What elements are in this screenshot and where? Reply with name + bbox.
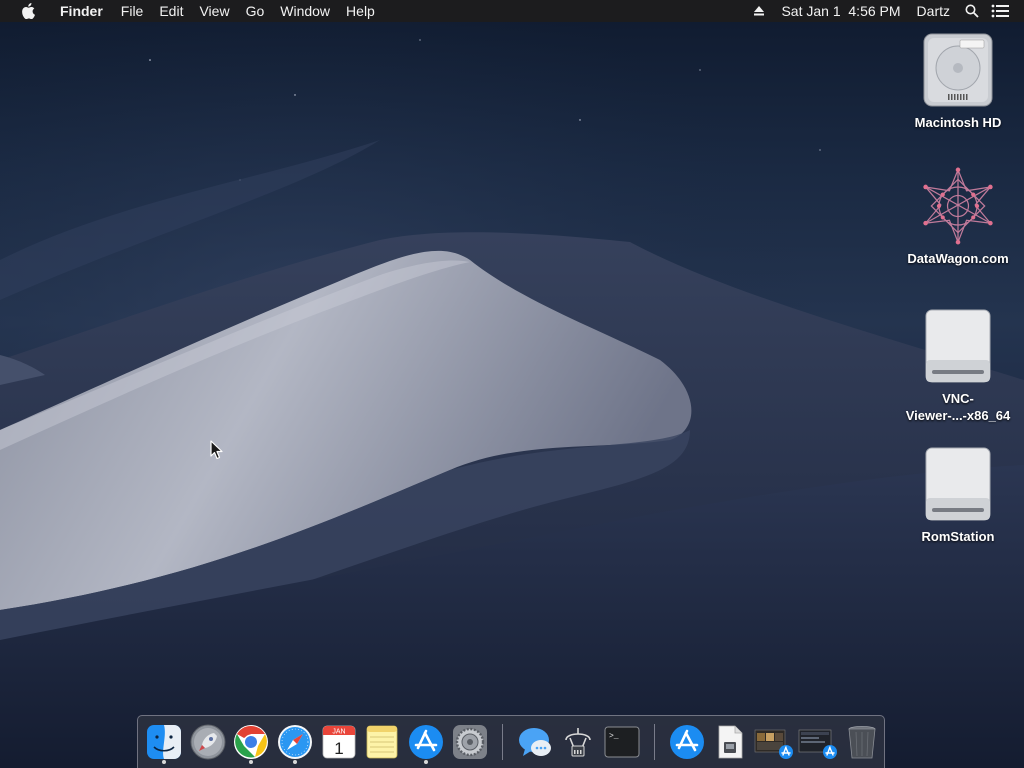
- spotlight-search-icon[interactable]: [958, 0, 986, 22]
- menu-file[interactable]: File: [113, 0, 152, 22]
- running-indicator: [162, 760, 166, 764]
- desktop-icon-label-line2: Viewer-...-x86_64: [905, 408, 1011, 423]
- dock-trash[interactable]: [842, 720, 882, 764]
- dock-system-preferences[interactable]: [450, 720, 490, 764]
- desktop-icon-macintosh-hd[interactable]: Macintosh HD: [898, 30, 1018, 131]
- menu-go[interactable]: Go: [238, 0, 273, 22]
- dock-notes[interactable]: [363, 720, 403, 764]
- menu-extras: Sat Jan 1 4:56 PM Dartz: [745, 0, 1024, 22]
- disk-image-icon: [918, 306, 998, 386]
- calendar-month: JAN: [332, 729, 345, 736]
- chrome-icon: [234, 725, 269, 759]
- running-indicator: [424, 760, 429, 764]
- dock-calendar[interactable]: JAN 1: [319, 720, 359, 764]
- desktop-icon-romstation[interactable]: RomStation: [898, 444, 1018, 545]
- dock-separator: [653, 724, 655, 760]
- menu-edit[interactable]: Edit: [151, 0, 191, 22]
- desktop-icon-label-line1: VNC-: [942, 391, 974, 406]
- mouse-cursor-icon: [210, 440, 223, 460]
- desktop-icon-datawagon[interactable]: DataWagon.com: [898, 166, 1018, 267]
- dock-screenshot-stack-1[interactable]: [754, 720, 794, 764]
- dock-app-store-folder[interactable]: [667, 720, 707, 764]
- dock-document[interactable]: [711, 720, 751, 764]
- menu-help[interactable]: Help: [338, 0, 383, 22]
- dock-safari[interactable]: [275, 720, 315, 764]
- calendar-icon: JAN 1: [322, 725, 356, 759]
- notification-center-icon[interactable]: [986, 0, 1014, 22]
- eject-icon[interactable]: [745, 0, 773, 22]
- dock-network-radar[interactable]: [558, 720, 598, 764]
- calendar-day: 1: [334, 739, 343, 758]
- dock-terminal[interactable]: >_: [602, 720, 642, 764]
- dock-separator: [501, 724, 503, 760]
- trash-icon: [848, 726, 876, 759]
- app-store-icon: [669, 725, 704, 759]
- dock: JAN 1 >_: [137, 715, 885, 768]
- dock-messages[interactable]: [515, 720, 555, 764]
- dock-launchpad[interactable]: [188, 720, 228, 764]
- running-indicator: [249, 760, 254, 764]
- menu-app-finder[interactable]: Finder: [52, 0, 113, 22]
- messages-icon: [518, 728, 551, 756]
- gear-icon: [452, 725, 487, 759]
- dock-finder[interactable]: [144, 720, 184, 764]
- network-radar-icon: [565, 728, 592, 757]
- screenshot-stack-icon: [755, 729, 794, 759]
- launchpad-rocket-icon: [190, 724, 226, 760]
- terminal-icon: >_: [604, 726, 640, 758]
- document-icon: [719, 725, 743, 759]
- menu-view[interactable]: View: [191, 0, 237, 22]
- hard-drive-icon: [918, 30, 998, 110]
- network-star-icon: [918, 166, 998, 246]
- dock-google-chrome[interactable]: [231, 720, 271, 764]
- dock-screenshot-stack-2[interactable]: [798, 720, 838, 764]
- desktop-wallpaper: [0, 0, 1024, 768]
- desktop-icon-vnc-viewer[interactable]: VNC- Viewer-...-x86_64: [898, 306, 1018, 424]
- screenshot-stack-icon: [799, 729, 838, 759]
- menu-window[interactable]: Window: [272, 0, 338, 22]
- notes-icon: [367, 725, 398, 759]
- menubar-clock[interactable]: Sat Jan 1 4:56 PM: [773, 0, 908, 22]
- apple-menu-icon[interactable]: [18, 0, 38, 22]
- desktop-icon-label: DataWagon.com: [907, 251, 1009, 266]
- finder-icon: [146, 725, 181, 759]
- menu-bar: Finder File Edit View Go Window Help Sat…: [0, 0, 1024, 22]
- dock-app-store[interactable]: [406, 720, 446, 764]
- running-indicator: [293, 760, 298, 764]
- menubar-user-name[interactable]: Dartz: [909, 0, 958, 22]
- desktop-icon-label: Macintosh HD: [914, 115, 1002, 130]
- desktop[interactable]: Finder File Edit View Go Window Help Sat…: [0, 0, 1024, 768]
- disk-image-icon: [918, 444, 998, 524]
- app-store-icon: [409, 725, 444, 759]
- terminal-prompt: >_: [609, 732, 619, 741]
- desktop-icon-label: RomStation: [921, 529, 995, 544]
- safari-compass-icon: [278, 725, 313, 759]
